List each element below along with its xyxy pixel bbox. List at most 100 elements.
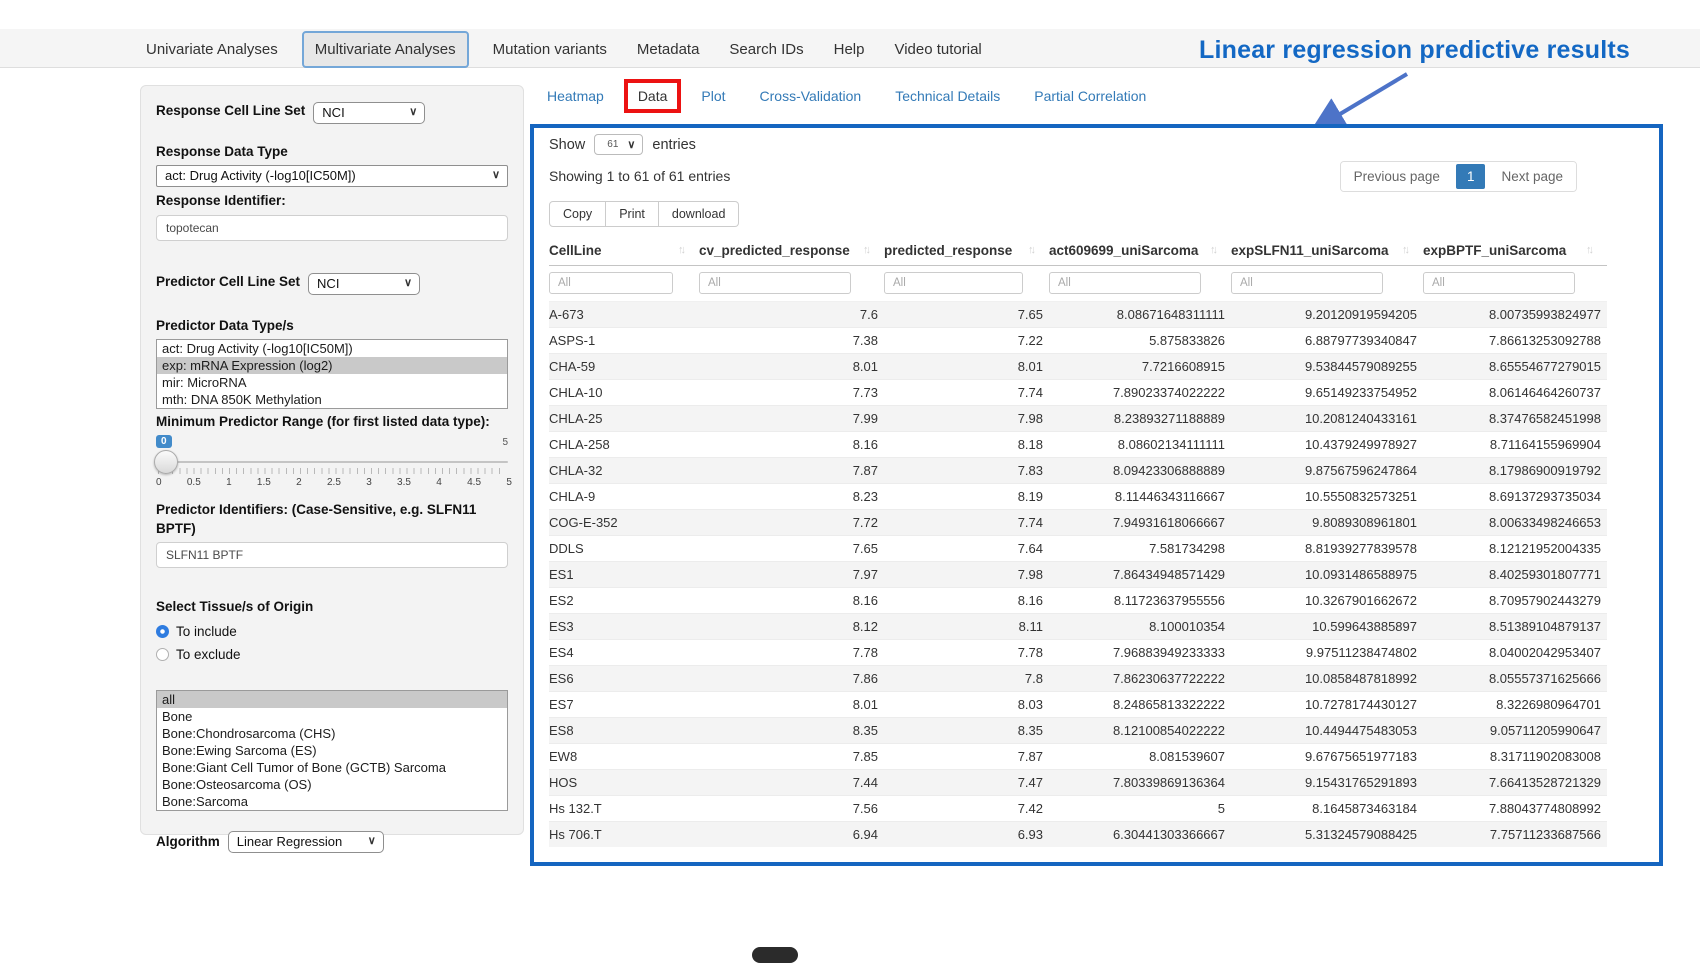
- result-tab-data[interactable]: Data: [624, 79, 682, 113]
- response-identifier-label: Response Identifier:: [156, 192, 508, 210]
- table-cell: 7.64: [884, 536, 1049, 562]
- table-row-asps-1: ASPS-17.387.225.8758338266.8879773934084…: [549, 328, 1607, 354]
- table-row-cog-e-352: COG-E-3527.727.747.949316180666679.80893…: [549, 510, 1607, 536]
- table-cell: 8.31711902083008: [1423, 744, 1607, 770]
- column-filter-input-cellline[interactable]: [549, 272, 673, 294]
- predictor-cell-line-set-select[interactable]: NCI: [308, 273, 420, 295]
- copy-button[interactable]: Copy: [549, 201, 606, 227]
- tissue-option-bone[interactable]: Bone: [157, 708, 507, 725]
- column-header-expbptf-unisarcoma[interactable]: expBPTF_uniSarcoma↑↓: [1423, 236, 1607, 266]
- top-nav: Univariate Analyses Multivariate Analyses…: [146, 30, 982, 68]
- response-data-type-select[interactable]: act: Drug Activity (-log10[IC50M]): [156, 165, 508, 187]
- nav-tab-multivariate-analyses[interactable]: Multivariate Analyses: [302, 31, 469, 68]
- table-cell: 8.51389104879137: [1423, 614, 1607, 640]
- table-cell: 8.19: [884, 484, 1049, 510]
- tissue-option-all[interactable]: all: [157, 691, 507, 708]
- column-filter-input-act609699-unisarcoma[interactable]: [1049, 272, 1201, 294]
- annotation-title: Linear regression predictive results: [1199, 36, 1630, 65]
- table-cell: 8.04002042953407: [1423, 640, 1607, 666]
- tissue-include-radio-row[interactable]: To include: [156, 624, 508, 639]
- table-row-chla-9: CHLA-98.238.198.1144634311666710.5550832…: [549, 484, 1607, 510]
- table-row-es8: ES88.358.358.1210085402222210.4494475483…: [549, 718, 1607, 744]
- sort-icon: ↑↓: [1586, 244, 1591, 256]
- data-type-option-mth[interactable]: mth: DNA 850K Methylation: [157, 391, 507, 408]
- response-identifier-input[interactable]: [156, 215, 508, 241]
- data-type-option-act[interactable]: act: Drug Activity (-log10[IC50M]): [157, 340, 507, 357]
- table-cell: 7.44: [699, 770, 884, 796]
- table-cell: 8.12100854022222: [1049, 718, 1231, 744]
- sort-icon: ↑↓: [1028, 244, 1033, 256]
- table-row-es6: ES67.867.87.8623063772222210.08584878189…: [549, 666, 1607, 692]
- result-tab-partial-correlation[interactable]: Partial Correlation: [1034, 88, 1146, 104]
- table-row-hos: HOS7.447.477.803398691363649.15431765291…: [549, 770, 1607, 796]
- column-header-cv-predicted-response[interactable]: cv_predicted_response↑↓: [699, 236, 884, 266]
- result-tab-cross-validation[interactable]: Cross-Validation: [760, 88, 862, 104]
- download-button[interactable]: download: [659, 201, 740, 227]
- slider-tick-label: 3.5: [397, 477, 411, 488]
- column-header-cellline[interactable]: CellLine↑↓: [549, 236, 699, 266]
- data-type-option-exp[interactable]: exp: mRNA Expression (log2): [157, 357, 507, 374]
- column-header-predicted-response[interactable]: predicted_response↑↓: [884, 236, 1049, 266]
- slider-tick-label: 2.5: [327, 477, 341, 488]
- tissue-option-bone-sarcoma[interactable]: Bone:Sarcoma: [157, 793, 507, 810]
- next-page-button[interactable]: Next page: [1488, 162, 1576, 191]
- cell-line-name: ES2: [549, 588, 699, 614]
- previous-page-button[interactable]: Previous page: [1341, 162, 1453, 191]
- slider-tick-label: 2: [296, 477, 302, 488]
- result-tab-plot[interactable]: Plot: [701, 88, 725, 104]
- tissue-option-bone-giant-cell-tumor-of-bone-gctb-sarcoma[interactable]: Bone:Giant Cell Tumor of Bone (GCTB) Sar…: [157, 759, 507, 776]
- predictor-identifiers-input[interactable]: [156, 542, 508, 568]
- column-filter-input-expslfn11-unisarcoma[interactable]: [1231, 272, 1383, 294]
- table-cell: 7.87: [699, 458, 884, 484]
- table-cell: 7.85: [699, 744, 884, 770]
- nav-tab-mutation-variants[interactable]: Mutation variants: [493, 41, 607, 58]
- result-tab-heatmap[interactable]: Heatmap: [547, 88, 604, 104]
- column-filter-input-predicted-response[interactable]: [884, 272, 1023, 294]
- slider-tick-label: 4.5: [467, 477, 481, 488]
- tissue-option-bone-ewing-sarcoma-es[interactable]: Bone:Ewing Sarcoma (ES): [157, 742, 507, 759]
- slider-track[interactable]: [156, 461, 508, 463]
- tissue-option-peripheral-nervous-system[interactable]: Peripheral_Nervous_System: [157, 810, 507, 811]
- include-radio-icon[interactable]: [156, 625, 169, 638]
- exclude-radio-label: To exclude: [176, 647, 241, 662]
- table-cell: 7.72: [699, 510, 884, 536]
- column-header-expslfn11-unisarcoma[interactable]: expSLFN11_uniSarcoma↑↓: [1231, 236, 1423, 266]
- include-radio-label: To include: [176, 624, 237, 639]
- exclude-radio-icon[interactable]: [156, 648, 169, 661]
- nav-tab-search-ids[interactable]: Search IDs: [729, 41, 803, 58]
- table-cell: 9.67675651977183: [1231, 744, 1423, 770]
- tissue-option-bone-chondrosarcoma-chs[interactable]: Bone:Chondrosarcoma (CHS): [157, 725, 507, 742]
- column-filter-input-cv-predicted-response[interactable]: [699, 272, 851, 294]
- column-filter-input-expbptf-unisarcoma[interactable]: [1423, 272, 1575, 294]
- filter-cell-expslfn11-unisarcoma: [1231, 266, 1423, 302]
- column-header-act609699-unisarcoma[interactable]: act609699_uniSarcoma↑↓: [1049, 236, 1231, 266]
- table-cell: 9.97511238474802: [1231, 640, 1423, 666]
- table-cell: 7.86434948571429: [1049, 562, 1231, 588]
- table-row-hs-706-t: Hs 706.T6.946.936.304413033666675.313245…: [549, 822, 1607, 848]
- cell-line-name: ES3: [549, 614, 699, 640]
- table-cell: 7.98: [884, 406, 1049, 432]
- tissue-option-bone-osteosarcoma-os[interactable]: Bone:Osteosarcoma (OS): [157, 776, 507, 793]
- table-cell: 8.16: [884, 588, 1049, 614]
- table-cell: 8.05557371625666: [1423, 666, 1607, 692]
- tissue-exclude-radio-row[interactable]: To exclude: [156, 647, 508, 662]
- table-row-ew8: EW87.857.878.0815396079.676756519771838.…: [549, 744, 1607, 770]
- nav-tab-help[interactable]: Help: [834, 41, 865, 58]
- print-button[interactable]: Print: [606, 201, 659, 227]
- current-page-button[interactable]: 1: [1456, 164, 1486, 189]
- sort-icon: ↑↓: [678, 244, 683, 256]
- algorithm-select[interactable]: Linear Regression: [228, 831, 384, 853]
- result-tab-technical-details[interactable]: Technical Details: [895, 88, 1000, 104]
- column-header-label: cv_predicted_response: [699, 243, 850, 258]
- response-cell-line-set-select[interactable]: NCI: [313, 102, 425, 124]
- nav-tab-metadata[interactable]: Metadata: [637, 41, 700, 58]
- nav-tab-univariate-analyses[interactable]: Univariate Analyses: [146, 41, 278, 58]
- table-row-es4: ES47.787.787.968839492333339.97511238474…: [549, 640, 1607, 666]
- data-type-option-mir[interactable]: mir: MicroRNA: [157, 374, 507, 391]
- show-entries-select[interactable]: 61: [594, 134, 643, 155]
- table-cell: 7.56: [699, 796, 884, 822]
- table-cell: 9.53844579089255: [1231, 354, 1423, 380]
- slider-value-badge: 0: [156, 435, 172, 448]
- nav-tab-video-tutorial[interactable]: Video tutorial: [894, 41, 981, 58]
- predictor-data-types-listbox: act: Drug Activity (-log10[IC50M])exp: m…: [156, 339, 508, 409]
